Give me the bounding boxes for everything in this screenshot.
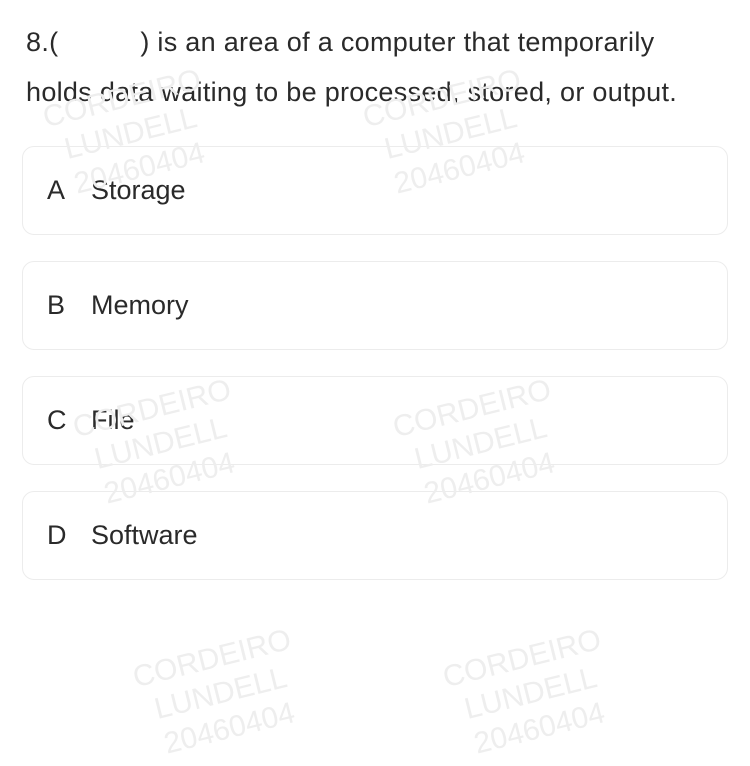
- option-b[interactable]: B Memory: [22, 261, 728, 350]
- option-a[interactable]: A Storage: [22, 146, 728, 235]
- question-stem: 8.( ) is an area of a computer that temp…: [0, 0, 750, 118]
- option-c[interactable]: C File: [22, 376, 728, 465]
- option-label: Storage: [91, 175, 186, 206]
- option-letter: D: [47, 520, 69, 551]
- question-number: 8.: [26, 27, 49, 57]
- option-label: Software: [91, 520, 198, 551]
- question-blank: ( ): [49, 27, 149, 57]
- option-letter: C: [47, 405, 69, 436]
- option-letter: B: [47, 290, 69, 321]
- option-label: Memory: [91, 290, 189, 321]
- watermark: CORDEIRO LUNDELL 20460404: [439, 622, 622, 766]
- option-d[interactable]: D Software: [22, 491, 728, 580]
- option-letter: A: [47, 175, 69, 206]
- watermark: CORDEIRO LUNDELL 20460404: [129, 622, 312, 766]
- options-list: A Storage B Memory C File D Software: [0, 118, 750, 580]
- option-label: File: [91, 405, 135, 436]
